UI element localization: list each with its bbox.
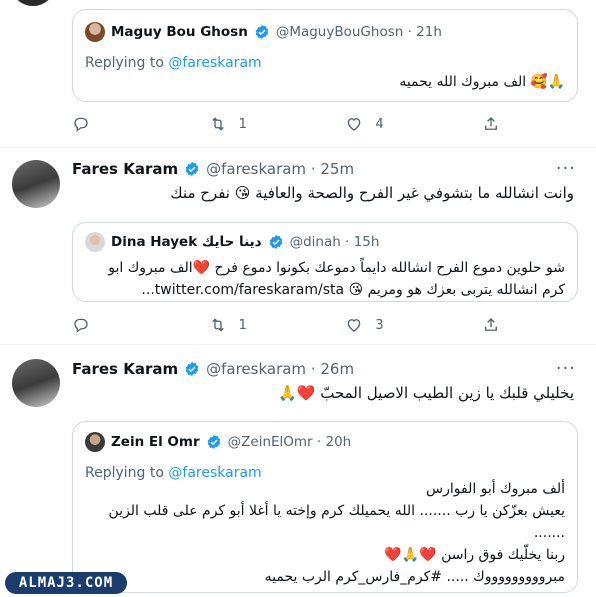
like-icon xyxy=(348,319,361,332)
retweet-icon xyxy=(211,117,224,131)
site-watermark: ALMAJ3.COM xyxy=(5,572,127,594)
retweet-button[interactable]: 1 xyxy=(209,316,299,334)
verified-badge-icon xyxy=(269,235,282,249)
replying-to: Replying to @fareskaram xyxy=(85,55,262,71)
share-button[interactable] xyxy=(482,115,502,133)
quoted-tweet-line: شو حلوين دموع الفرح انشالله دايماً دموعك… xyxy=(108,260,565,276)
retweet-button[interactable]: 1 xyxy=(209,115,299,133)
quoted-tweet-text: الف مبروك الله يحميه xyxy=(399,74,527,90)
quoted-tweet-line: ربنا يخلّيك فوق راسن ❤️🙏❤️ xyxy=(384,547,565,563)
author-handle: @MaguyBouGhosn · 21h xyxy=(275,24,442,40)
author-handle: @fareskaram · 26m xyxy=(206,360,355,378)
retweet-icon xyxy=(211,318,224,332)
verified-badge-icon xyxy=(255,25,269,39)
author-handle: @fareskaram · 25m xyxy=(206,160,355,178)
verified-badge-icon xyxy=(185,162,199,176)
quoted-tweet-line: يعيش بعزّكن يا رب ....... الله يحميلك كر… xyxy=(108,503,565,519)
share-icon xyxy=(485,318,497,331)
verified-badge-icon xyxy=(185,362,199,376)
avatar[interactable] xyxy=(85,432,105,452)
author-handle: @dinah · 15h xyxy=(289,234,380,250)
author-name[interactable]: Zein El Omr xyxy=(111,434,200,450)
like-button[interactable]: 3 xyxy=(345,316,435,334)
like-count: 3 xyxy=(375,317,384,333)
reply-button[interactable] xyxy=(72,115,162,133)
share-icon xyxy=(485,117,497,130)
like-button[interactable]: 4 xyxy=(345,115,435,133)
like-icon xyxy=(348,118,361,131)
author-name-arabic: دينا حايك xyxy=(201,234,262,250)
avatar[interactable] xyxy=(12,359,60,407)
author-name[interactable]: Maguy Bou Ghosn xyxy=(111,24,248,40)
tweet-text: وانت انشالله ما بتشوفي غير الفرح والصحة … xyxy=(170,184,574,202)
reply-icon xyxy=(74,318,88,333)
author-handle: @ZeinElOmr · 20h xyxy=(227,434,352,450)
author-name[interactable]: Dina Hayek دينا حايك xyxy=(111,234,262,250)
tweet-maguy-quote: Maguy Bou Ghosn @MaguyBouGhosn · 21h Rep… xyxy=(0,0,596,148)
author-name-latin: Dina Hayek xyxy=(111,234,198,250)
retweet-count: 1 xyxy=(238,317,247,333)
replying-label: Replying to xyxy=(85,55,169,71)
quoted-tweet-line: ....... xyxy=(533,525,565,541)
quoted-tweet-dina[interactable]: Dina Hayek دينا حايك @dinah · 15h شو حلو… xyxy=(72,222,578,302)
retweet-count: 1 xyxy=(238,116,247,132)
more-icon[interactable]: ··· xyxy=(556,158,576,179)
quoted-tweet-maguy[interactable]: Maguy Bou Ghosn @MaguyBouGhosn · 21h Rep… xyxy=(72,9,578,102)
avatar[interactable] xyxy=(85,22,105,42)
reply-button[interactable] xyxy=(72,316,162,334)
quoted-tweet-line: مبروووووووووك ..... #كرم_فارس_كرم الرب ي… xyxy=(264,569,565,585)
tweet-fares-reply-dina[interactable]: Fares Karam @fareskaram · 25m ··· وانت ا… xyxy=(0,148,596,345)
quoted-tweet-line: ألف مبروك أبو الفوارس xyxy=(426,481,565,497)
tweet-fares-reply-zein[interactable]: Fares Karam @fareskaram · 26m ··· يخليلي… xyxy=(0,345,596,597)
avatar[interactable] xyxy=(12,160,60,208)
author-name[interactable]: Fares Karam xyxy=(72,360,178,378)
verified-badge-icon xyxy=(207,435,220,449)
replying-handle-link[interactable]: @fareskaram xyxy=(168,55,261,71)
avatar[interactable] xyxy=(85,232,105,252)
like-count: 4 xyxy=(375,116,384,132)
author-name[interactable]: Fares Karam xyxy=(72,160,178,178)
reply-icon xyxy=(74,117,88,132)
more-icon[interactable]: ··· xyxy=(556,358,576,379)
quoted-tweet-line: كرم انشالله يتربى بعزك هو ومريم 😘 twitte… xyxy=(141,282,565,298)
tweet-text: يخليلي قلبك يا زين الطيب الاصيل المحبّ ❤… xyxy=(278,384,574,402)
share-button[interactable] xyxy=(482,316,502,334)
quoted-tweet-zein[interactable]: Zein El Omr @ZeinElOmr · 20h Replying to… xyxy=(72,421,578,593)
emoji: 🙏🥰 xyxy=(530,74,565,90)
